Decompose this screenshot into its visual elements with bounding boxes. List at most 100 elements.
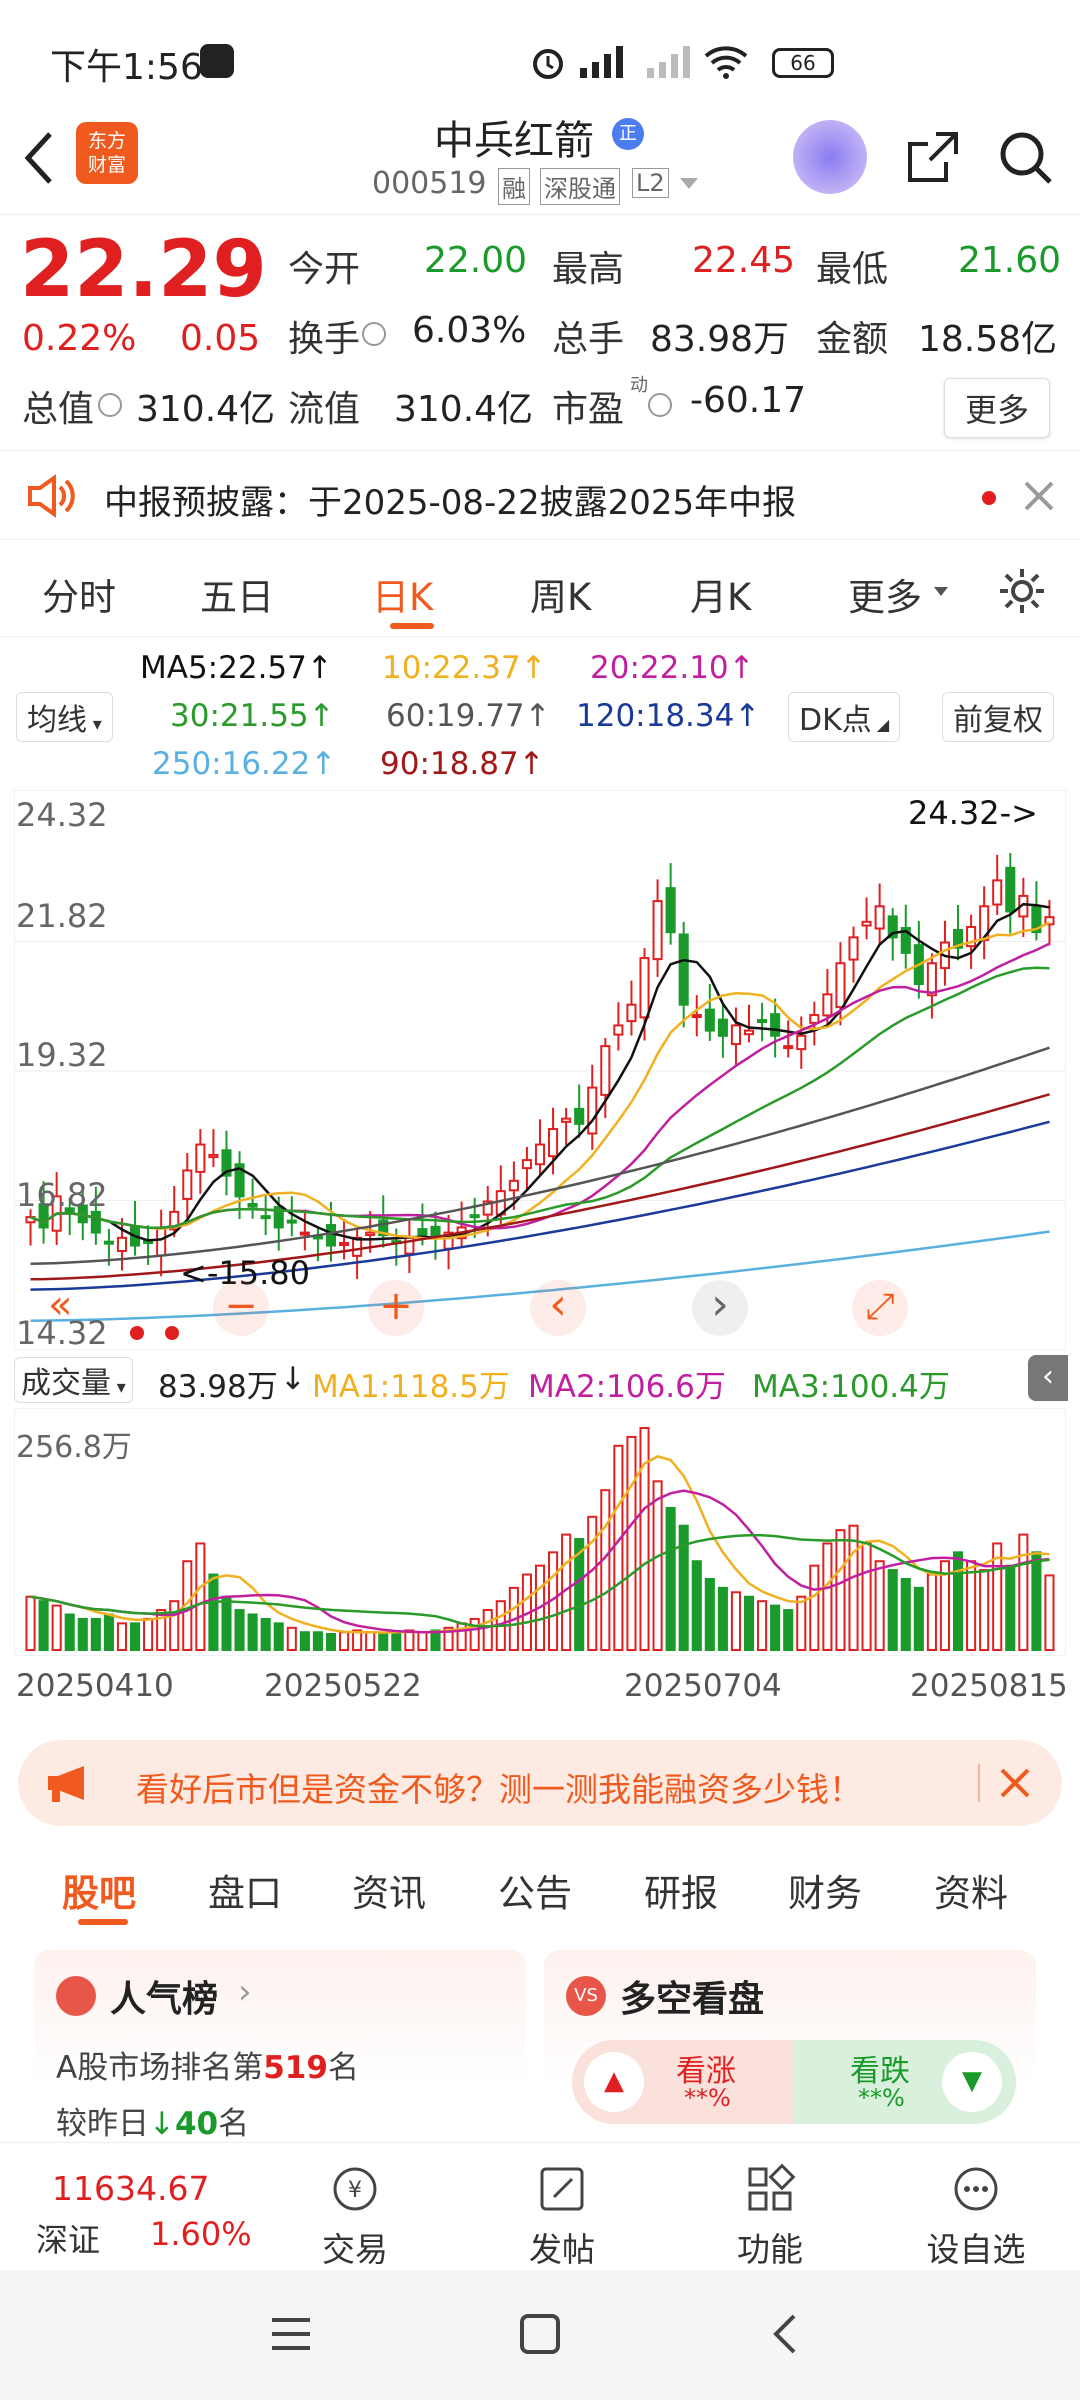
candle [743,1029,755,1036]
bearish-button[interactable]: 看跌 **% ▼ [794,2040,1016,2124]
volume-bar [822,1542,833,1651]
info-icon[interactable] [362,322,386,346]
close-icon[interactable] [998,1766,1032,1800]
scroll-right-button[interactable]: › [692,1280,748,1336]
nav-functions[interactable]: 功能 [700,2163,840,2271]
candle [613,1024,624,1036]
notice-bar[interactable]: 中报预披露：于2025-08-22披露2025年中报 [0,450,1080,540]
zoom-out-button[interactable]: − [213,1280,269,1336]
ad-text: 看好后市但是资金不够？测一测我能融资多少钱！ [136,1770,862,1809]
kline-chart[interactable] [14,790,1066,1350]
assistant-avatar[interactable] [793,120,867,194]
signal-icon [580,46,623,78]
sentiment-card[interactable]: VS 多空看盘 ▲ 看涨 **% 看跌 **% ▼ [544,1950,1036,2140]
volume-value: 83.98万 [650,319,790,360]
dk-button[interactable]: DK点 ◢ [788,692,901,742]
volume-arrow: ↓ [280,1361,306,1397]
home-icon[interactable] [518,2312,562,2356]
tag-rong: 融 [498,168,530,205]
volume-bar [743,1595,755,1651]
amount-label: 金额 [816,319,889,360]
tab-zixun[interactable]: 资讯 [352,1863,426,1917]
nav-post[interactable]: 发帖 [492,2163,632,2271]
back-nav-icon[interactable] [770,2312,800,2356]
status-bar: 下午1:56 66 [0,0,1080,100]
volume-bar [299,1631,310,1652]
collapse-handle[interactable]: ‹ [1028,1355,1068,1401]
tab-more[interactable]: 更多 [848,567,922,621]
scroll-left-button[interactable]: ‹ [530,1280,586,1336]
gear-icon[interactable] [996,565,1048,617]
chevron-down-icon[interactable] [680,178,698,189]
candle [874,905,885,930]
tag-l2[interactable]: L2 [632,168,669,198]
tab-yanbao[interactable]: 研报 [644,1863,718,1917]
high-value: 22.45 [692,240,796,281]
info-icon[interactable] [98,393,122,417]
menu-icon[interactable] [268,2314,314,2354]
info-icon[interactable] [648,393,672,417]
more-button[interactable]: 更多 [944,378,1051,438]
tab-caiwu[interactable]: 财务 [788,1863,862,1917]
volume-bar [129,1622,141,1651]
alarm-icon [533,49,563,79]
volume-bar [1005,1564,1016,1651]
ma-select[interactable]: 均线 ▾ [16,692,113,742]
volume-bar [861,1542,872,1651]
tab-guba[interactable]: 股吧 [62,1863,136,1917]
volume-select[interactable]: 成交量 ▾ [14,1357,133,1403]
chart-prev-button[interactable]: « [48,1282,72,1328]
index-change[interactable]: 1.60% [150,2215,252,2253]
share-icon[interactable] [902,128,962,188]
candle [1005,866,1016,913]
volume-bar [365,1631,376,1652]
tab-gonggao[interactable]: 公告 [498,1863,572,1917]
volume-bar [966,1560,977,1651]
volume-bar [325,1633,337,1651]
tab-ziliao[interactable]: 资料 [934,1863,1008,1917]
popularity-card[interactable]: 人气榜 › A股市场排名第519名 较昨日↓40名 [34,1950,526,2142]
close-icon[interactable] [1022,479,1056,513]
index-name[interactable]: 深证 [36,2215,100,2261]
candle [587,1086,598,1135]
back-icon[interactable] [20,128,60,188]
pe-value: -60.17 [690,380,807,421]
fq-button[interactable]: 前复权 [942,692,1054,742]
tab-zhouk[interactable]: 周K [530,567,591,621]
tab-fenshi[interactable]: 分时 [42,567,116,621]
nav-trade[interactable]: ¥ 交易 [285,2163,425,2271]
search-icon[interactable] [996,128,1056,188]
volume-bar [417,1631,428,1652]
x-label-4: 20250815 [910,1668,1068,1704]
turnover-value: 6.03% [412,310,527,351]
volume-bar [783,1609,794,1651]
candle [90,1210,101,1234]
pe-label: 市盈 [552,389,625,430]
ma-indicators: MA5:22.57↑ 10:22.37↑ 20:22.10↑ 均线 ▾ 30:2… [0,640,1080,790]
volume-bar [704,1577,715,1652]
tab-yuek[interactable]: 月K [690,567,751,621]
tab-pankou[interactable]: 盘口 [208,1863,282,1917]
nav-add-watch[interactable]: 设自选 [906,2163,1046,2271]
stock-name: 中兵红箭 [434,118,594,164]
tab-wuri[interactable]: 五日 [200,567,274,621]
low-value: 21.60 [958,240,1062,281]
bullish-button[interactable]: ▲ 看涨 **% [572,2040,794,2124]
volume-chart[interactable] [14,1408,1066,1656]
expand-button[interactable]: ⤢ [852,1280,908,1336]
zoom-in-button[interactable]: + [368,1280,424,1336]
candle [678,933,689,1006]
financing-ad-banner[interactable]: 看好后市但是资金不够？测一测我能融资多少钱！ [18,1740,1062,1826]
tab-rik[interactable]: 日K [372,567,433,621]
candle [286,1219,297,1224]
chevron-right-icon: › [238,1972,252,2012]
volume-bar [691,1560,702,1651]
stock-header: 东方 财富 中兵红箭 正 000519 融 深股通 L2 [0,100,1080,215]
turnover-label: 换手 [288,319,361,360]
volume-bar [1018,1533,1029,1651]
popularity-title: 人气榜 [110,1979,219,2020]
volume-label: 总手 [552,319,625,360]
change-percent: 0.22% [22,318,137,359]
candle [704,1008,715,1032]
index-value[interactable]: 11634.67 [52,2169,209,2208]
